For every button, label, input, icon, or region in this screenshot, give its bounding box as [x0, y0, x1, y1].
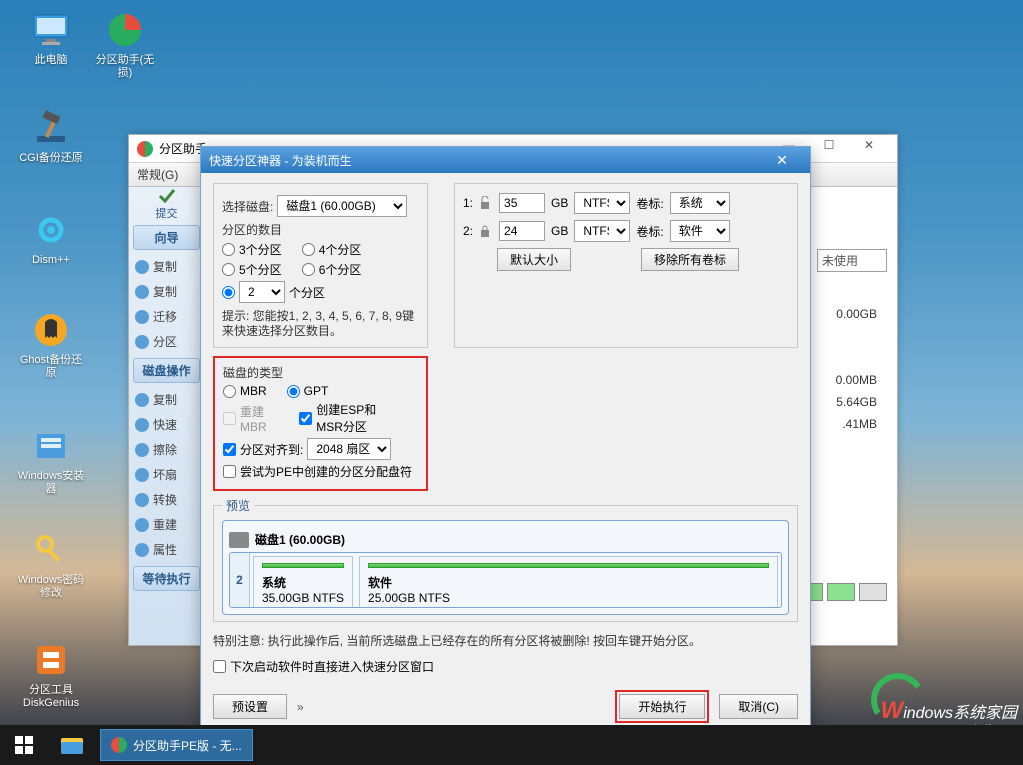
- watermark: Windows系统家园 www.runhaifu.com: [881, 697, 1017, 725]
- radio-gpt[interactable]: [287, 385, 300, 398]
- preview-legend: 预览: [222, 497, 254, 514]
- install-icon: [31, 426, 71, 466]
- sidebar-item[interactable]: 快速: [129, 412, 204, 437]
- desktop-icon-ghost[interactable]: Ghost备份还原: [16, 310, 86, 380]
- disk-type-legend: 磁盘的类型: [223, 364, 418, 381]
- key-icon: [31, 530, 71, 570]
- preview-group: 预览 磁盘1 (60.00GB) 2 系统 35.00GB NTFS: [213, 497, 798, 622]
- app-logo-icon: [111, 737, 127, 753]
- create-esp-checkbox[interactable]: [299, 412, 312, 425]
- execute-highlight: 开始执行: [615, 690, 709, 723]
- disk-value: 5.64GB: [836, 395, 877, 409]
- menu-general[interactable]: 常规(G): [137, 166, 178, 183]
- sidebar-section-wizard: 向导: [133, 225, 200, 250]
- disk-icon: [229, 532, 249, 548]
- remove-labels-button[interactable]: 移除所有卷标: [641, 248, 739, 271]
- select-disk-dropdown[interactable]: 磁盘1 (60.00GB): [277, 195, 407, 217]
- partition-sizes-group: 1: GB NTFS 卷标: 系统 2: GB NTFS 卷标: 软件: [454, 183, 798, 348]
- preview-partition-1: 系统 35.00GB NTFS: [253, 556, 353, 608]
- execute-button[interactable]: 开始执行: [619, 694, 705, 719]
- submit-label[interactable]: 提交: [156, 205, 178, 221]
- quick-partition-dialog: 快速分区神器 - 为装机而生 ✕ 选择磁盘: 磁盘1 (60.00GB) 分区的…: [200, 146, 811, 734]
- sidebar-item[interactable]: 分区: [129, 329, 204, 354]
- part2-fs-dropdown[interactable]: NTFS: [574, 220, 630, 242]
- sidebar-item[interactable]: 复制: [129, 279, 204, 304]
- computer-icon: [31, 10, 71, 50]
- sidebar-item[interactable]: 复制: [129, 387, 204, 412]
- diskgenius-icon: [31, 640, 71, 680]
- part1-fs-dropdown[interactable]: NTFS: [574, 192, 630, 214]
- sidebar-item[interactable]: 重建: [129, 512, 204, 537]
- hint-text: 提示: 您能按1, 2, 3, 4, 5, 6, 7, 8, 9键来快速选择分区…: [222, 309, 419, 339]
- lock-open-icon[interactable]: [479, 196, 493, 210]
- sidebar: 提交 向导 复制 复制 迁移 分区 磁盘操作 复制 快速 擦除 坏扇 转换 重建…: [129, 187, 205, 645]
- preset-expand-icon[interactable]: »: [297, 700, 304, 714]
- desktop-icon-wininstall[interactable]: Windows安装器: [16, 426, 86, 496]
- desktop-icon-computer[interactable]: 此电脑: [16, 10, 86, 67]
- part1-label: 1:: [463, 196, 473, 210]
- taskbar-explorer-icon[interactable]: [48, 725, 96, 765]
- part2-label: 2:: [463, 224, 473, 238]
- radio-custom-parts[interactable]: [222, 286, 235, 299]
- taskbar-app-button[interactable]: 分区助手PE版 - 无...: [100, 729, 253, 761]
- try-pe-checkbox[interactable]: [223, 465, 236, 478]
- align-dropdown[interactable]: 2048 扇区: [307, 438, 391, 460]
- disk-name: 磁盘1 (60.00GB): [255, 531, 345, 548]
- ghost-icon: [31, 310, 71, 350]
- desktop-icon-diskgenius[interactable]: 分区工具DiskGenius: [16, 640, 86, 710]
- select-disk-label: 选择磁盘:: [222, 198, 273, 215]
- sidebar-section-pending: 等待执行: [133, 566, 200, 591]
- sidebar-item[interactable]: 迁移: [129, 304, 204, 329]
- next-time-checkbox[interactable]: [213, 660, 226, 673]
- radio-6-parts[interactable]: [302, 263, 315, 276]
- preview-partition-2: 软件 25.00GB NTFS: [359, 556, 778, 608]
- disk-value: .41MB: [842, 417, 877, 431]
- lock-closed-icon[interactable]: [479, 224, 493, 238]
- sidebar-item[interactable]: 属性: [129, 537, 204, 562]
- desktop-icon-dism[interactable]: Dism++: [16, 210, 86, 267]
- part1-size-input[interactable]: [499, 193, 545, 213]
- desktop-icon-winpwd[interactable]: Windows密码修改: [16, 530, 86, 600]
- custom-count-dropdown[interactable]: 2: [239, 281, 285, 303]
- partition-number: 2: [230, 553, 250, 607]
- radio-3-parts[interactable]: [222, 243, 235, 256]
- part2-label-dropdown[interactable]: 软件: [670, 220, 730, 242]
- close-button[interactable]: ✕: [849, 138, 889, 160]
- sidebar-item[interactable]: 坏扇: [129, 462, 204, 487]
- dialog-close-button[interactable]: ✕: [762, 152, 802, 169]
- radio-mbr[interactable]: [223, 385, 236, 398]
- disk-settings-group: 选择磁盘: 磁盘1 (60.00GB) 分区的数目 3个分区 4个分区 5个分区…: [213, 183, 428, 348]
- rebuild-mbr-checkbox: [223, 412, 236, 425]
- partition-icon: [105, 10, 145, 50]
- default-size-button[interactable]: 默认大小: [497, 248, 571, 271]
- desktop-icon-cgi[interactable]: CGI备份还原: [16, 108, 86, 165]
- app-logo-icon: [137, 141, 153, 157]
- taskbar: 分区助手PE版 - 无...: [0, 725, 1023, 765]
- sidebar-item[interactable]: 擦除: [129, 437, 204, 462]
- part2-size-input[interactable]: [499, 221, 545, 241]
- maximize-button[interactable]: ☐: [809, 138, 849, 160]
- submit-icon: [158, 187, 176, 205]
- preset-button[interactable]: 预设置: [213, 694, 287, 719]
- cancel-button[interactable]: 取消(C): [719, 694, 798, 719]
- disk-value: 0.00GB: [836, 307, 877, 321]
- dialog-titlebar: 快速分区神器 - 为装机而生 ✕: [201, 147, 810, 173]
- sidebar-item[interactable]: 转换: [129, 487, 204, 512]
- sidebar-section-disk: 磁盘操作: [133, 358, 200, 383]
- radio-5-parts[interactable]: [222, 263, 235, 276]
- radio-4-parts[interactable]: [302, 243, 315, 256]
- part1-label-dropdown[interactable]: 系统: [670, 192, 730, 214]
- unused-label: 未使用: [817, 249, 887, 272]
- start-button[interactable]: [0, 725, 48, 765]
- partition-count-label: 分区的数目: [222, 221, 419, 238]
- gear-icon: [31, 210, 71, 250]
- warning-text: 特别注意: 执行此操作后, 当前所选磁盘上已经存在的所有分区将被删除! 按回车键…: [213, 632, 798, 649]
- desktop-icon-partition[interactable]: 分区助手(无损): [90, 10, 160, 80]
- dialog-title: 快速分区神器 - 为装机而生: [209, 152, 352, 169]
- disk-value: 0.00MB: [836, 373, 877, 387]
- disk-type-highlight: 磁盘的类型 MBR GPT 重建MBR 创建ESP和MSR分区 分区对齐到: 2…: [213, 356, 428, 491]
- hammer-icon: [31, 108, 71, 148]
- align-checkbox[interactable]: [223, 443, 236, 456]
- sidebar-item[interactable]: 复制: [129, 254, 204, 279]
